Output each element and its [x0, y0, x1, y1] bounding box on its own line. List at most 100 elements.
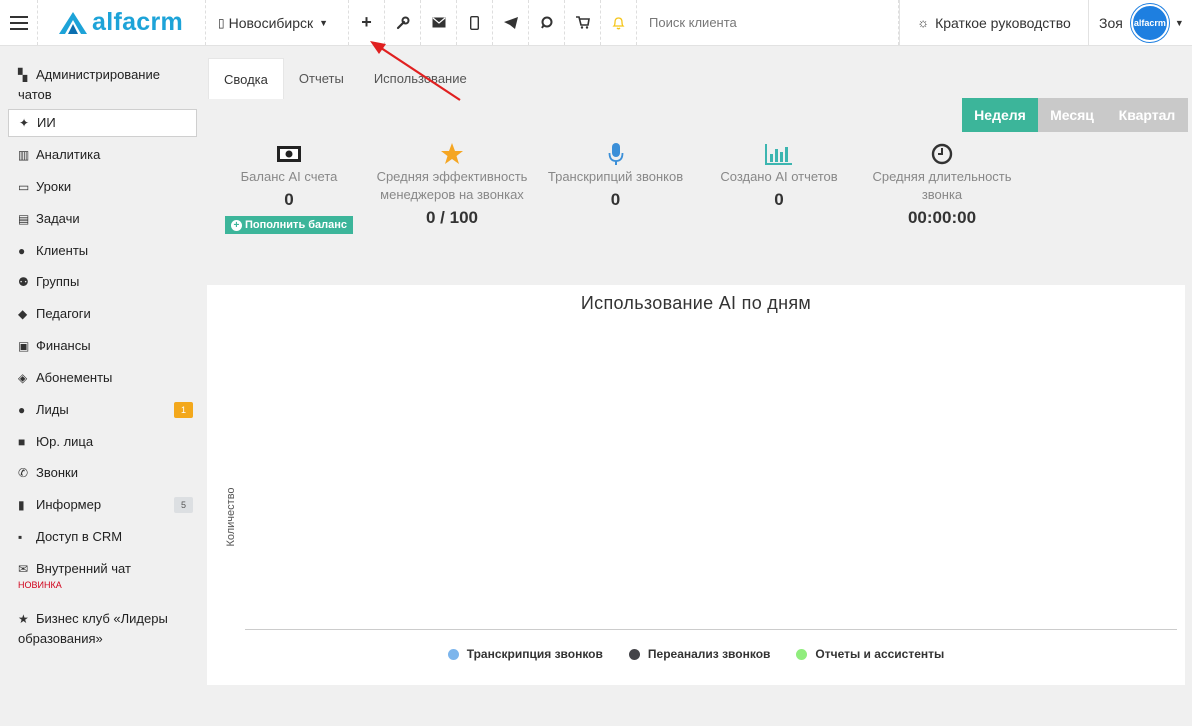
- sidebar-item-label: Внутренний чат: [36, 561, 131, 576]
- sidebar-item-label: Лиды: [36, 402, 69, 417]
- user-name: Зоя: [1099, 14, 1123, 31]
- clock-icon: [931, 143, 953, 165]
- graduation-cap-icon: ◆: [18, 307, 28, 321]
- sidebar-item-tasks[interactable]: ▤ Задачи: [8, 209, 197, 229]
- top-up-balance-button[interactable]: + Пополнить баланс: [224, 216, 354, 234]
- stat-manager-efficiency: Средняя эффективность менеджеров на звон…: [372, 140, 532, 228]
- tab-summary[interactable]: Сводка: [208, 58, 284, 99]
- sidebar-item-label: Звонки: [36, 465, 78, 480]
- settings-button[interactable]: [385, 0, 421, 45]
- sidebar-item-crm-access[interactable]: ▪ Доступ в CRM: [8, 527, 197, 547]
- sidebar: ▚ Администрирование чатов ✦ ИИ ▥ Аналити…: [0, 47, 205, 726]
- stat-call-transcriptions: Транскрипций звонков 0: [538, 140, 693, 210]
- search-input[interactable]: [649, 15, 879, 30]
- legend-item-reports[interactable]: Отчеты и ассистенты: [796, 647, 944, 661]
- telegram-button[interactable]: [493, 0, 529, 45]
- quick-guide-label: Краткое руководство: [935, 14, 1071, 31]
- stat-label: Транскрипций звонков: [547, 169, 684, 184]
- sidebar-item-label: Бизнес клуб «Лидеры образования»: [18, 611, 168, 646]
- stat-avg-call-duration: Средняя длительность звонка 00:00:00: [862, 140, 1022, 228]
- users-icon: ⚉: [18, 275, 29, 289]
- caret-down-icon: ▼: [1174, 17, 1184, 28]
- sidebar-item-subscriptions[interactable]: ◈ Абонементы: [8, 368, 197, 388]
- bell-icon: [612, 16, 625, 29]
- tag-icon: ◈: [18, 371, 28, 385]
- stat-ai-balance: Баланс AI счета 0 + Пополнить баланс: [218, 140, 360, 234]
- chat-button[interactable]: [529, 0, 565, 45]
- sidebar-item-finance[interactable]: ▣ Финансы: [8, 336, 197, 356]
- cart-button[interactable]: [565, 0, 601, 45]
- microphone-icon: [608, 143, 623, 165]
- stat-value: 0: [774, 190, 784, 209]
- sidebar-item-chat-admin[interactable]: ▚ Администрирование чатов: [8, 65, 197, 105]
- period-week-button[interactable]: Неделя: [962, 98, 1038, 132]
- calendar-icon: ▭: [18, 180, 30, 194]
- ai-sparkle-icon: ✦: [19, 116, 30, 130]
- stat-icon-wrap: [862, 140, 1022, 168]
- sidebar-item-business-club[interactable]: ★ Бизнес клуб «Лидеры образования»: [8, 609, 197, 649]
- sidebar-item-leads[interactable]: ● Лиды 1: [8, 400, 197, 420]
- sidebar-item-label: Педагоги: [36, 306, 91, 321]
- lock-icon: ▪: [18, 530, 23, 544]
- briefcase-icon: ■: [18, 435, 26, 449]
- period-quarter-button[interactable]: Квартал: [1106, 98, 1188, 132]
- stat-label: Баланс AI счета: [240, 169, 338, 184]
- sidebar-item-label: Уроки: [36, 179, 72, 194]
- sidebar-item-label: Задачи: [36, 211, 80, 226]
- stat-label: Средняя длительность звонка: [872, 169, 1012, 202]
- legend-label: Переанализ звонков: [647, 647, 771, 661]
- tab-reports[interactable]: Отчеты: [284, 58, 359, 99]
- stat-icon-wrap: [714, 140, 844, 168]
- plus-icon: +: [361, 12, 372, 32]
- mobile-icon: [470, 15, 479, 30]
- tab-usage[interactable]: Использование: [359, 58, 482, 99]
- user-menu[interactable]: Зоя alfacrm ▼: [1089, 0, 1192, 45]
- sidebar-item-analytics[interactable]: ▥ Аналитика: [8, 145, 197, 165]
- client-search: [637, 0, 899, 45]
- stat-value: 00:00:00: [907, 208, 977, 227]
- quick-guide-button[interactable]: ☼ Краткое руководство: [899, 0, 1089, 45]
- sidebar-item-label: Абонементы: [36, 370, 113, 385]
- period-month-button[interactable]: Месяц: [1038, 98, 1106, 132]
- logo[interactable]: alfacrm: [38, 0, 206, 45]
- sidebar-item-legal-entities[interactable]: ■ Юр. лица: [8, 432, 197, 452]
- sidebar-item-label: Группы: [36, 274, 80, 289]
- avatar: alfacrm: [1130, 3, 1169, 42]
- user-icon: ●: [18, 244, 26, 258]
- sidebar-item-calls[interactable]: ✆ Звонки: [8, 463, 197, 483]
- city-label: Новосибирск: [228, 14, 314, 31]
- lightbulb-icon: ☼: [917, 15, 930, 30]
- legend-item-transcription[interactable]: Транскрипция звонков: [447, 647, 603, 661]
- sidebar-item-lessons[interactable]: ▭ Уроки: [8, 177, 197, 197]
- sidebar-item-label: Информер: [36, 497, 102, 512]
- legend-marker: [796, 648, 808, 660]
- envelope-icon: [432, 17, 445, 28]
- star-icon: [441, 143, 463, 164]
- chart-y-axis-label: Количество: [225, 487, 237, 547]
- sidebar-item-ai[interactable]: ✦ ИИ: [8, 109, 197, 137]
- book-icon: ▮: [18, 498, 25, 512]
- stat-icon-wrap: [218, 140, 360, 168]
- user-plus-icon: ●: [18, 403, 26, 417]
- sidebar-item-internal-chat[interactable]: ✉ Внутренний чат НОВИНКА: [8, 559, 197, 591]
- money-bill-icon: [277, 146, 301, 162]
- chart-x-axis-line: [245, 629, 1177, 630]
- add-button[interactable]: +: [349, 0, 385, 45]
- sidebar-item-label: Администрирование чатов: [18, 67, 160, 102]
- logo-mark-icon: [59, 11, 87, 34]
- chart-title: Использование AI по дням: [580, 293, 812, 313]
- sidebar-item-teachers[interactable]: ◆ Педагоги: [8, 304, 197, 324]
- envelope-icon: ✉: [18, 562, 29, 576]
- city-selector[interactable]: ▯ Новосибирск ▼: [206, 0, 349, 45]
- notifications-button[interactable]: [601, 0, 637, 45]
- sidebar-item-informer[interactable]: ▮ Информер 5: [8, 495, 197, 515]
- legend-marker: [447, 648, 459, 660]
- sidebar-item-groups[interactable]: ⚉ Группы: [8, 272, 197, 292]
- legend-label: Отчеты и ассистенты: [815, 647, 945, 661]
- mobile-button[interactable]: [457, 0, 493, 45]
- legend-marker: [628, 648, 640, 660]
- legend-item-reanalysis[interactable]: Переанализ звонков: [628, 647, 771, 661]
- mail-button[interactable]: [421, 0, 457, 45]
- menu-toggle-button[interactable]: [0, 0, 38, 45]
- sidebar-item-clients[interactable]: ● Клиенты: [8, 241, 197, 261]
